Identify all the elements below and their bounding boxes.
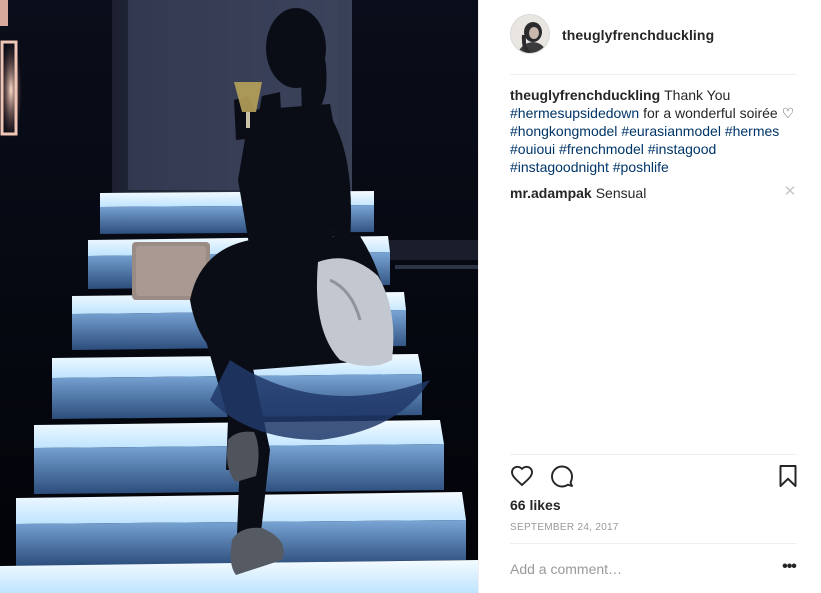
caption-author[interactable]: theuglyfrenchduckling (510, 87, 660, 103)
post-date: SEPTEMBER 24, 2017 (510, 522, 619, 533)
avatar-icon (511, 15, 549, 53)
hashtag-link[interactable]: #instagoodnight (510, 159, 609, 175)
post-header: theuglyfrenchduckling (479, 0, 821, 72)
caption-text-before: Thank You (664, 87, 731, 103)
hashtag-link[interactable]: #ouioui (510, 141, 555, 157)
heart-icon[interactable] (510, 464, 534, 488)
post-panel: theuglyfrenchduckling theuglyfrenchduckl… (479, 0, 821, 593)
caption: theuglyfrenchduckling Thank You #hermesup… (510, 86, 800, 176)
more-options-button[interactable]: ••• (779, 559, 799, 578)
hashtag-link[interactable]: #hongkongmodel (510, 123, 617, 139)
action-bar (510, 464, 800, 488)
likes-count[interactable]: 66 likes (510, 497, 561, 513)
post-photo[interactable] (0, 0, 478, 593)
header-divider (510, 74, 797, 75)
add-comment-input[interactable] (510, 558, 760, 580)
photo-image (0, 0, 478, 593)
comment-item: mr.adampak Sensual ✕ (510, 183, 800, 202)
bookmark-icon[interactable] (776, 464, 800, 488)
hashtag-link[interactable]: #eurasianmodel (621, 123, 721, 139)
hashtag-link[interactable]: #instagood (648, 141, 717, 157)
hashtag-link[interactable]: #hermesupsidedown (510, 105, 639, 121)
comment-icon[interactable] (550, 464, 574, 488)
close-icon[interactable]: ✕ (781, 183, 799, 201)
hashtag-link[interactable]: #frenchmodel (559, 141, 644, 157)
avatar[interactable] (510, 14, 550, 54)
post-username[interactable]: theuglyfrenchduckling (562, 27, 714, 43)
hashtag-link[interactable]: #poshlife (613, 159, 669, 175)
comment-text: Sensual (595, 185, 647, 201)
actions-divider (510, 454, 797, 455)
hashtag-link[interactable]: #hermes (725, 123, 779, 139)
caption-text-after: for a wonderful soirée ♡ (639, 105, 795, 121)
comment-divider (510, 543, 797, 544)
comments-list: theuglyfrenchduckling Thank You #hermesup… (510, 86, 800, 202)
comment-author[interactable]: mr.adampak (510, 185, 592, 201)
